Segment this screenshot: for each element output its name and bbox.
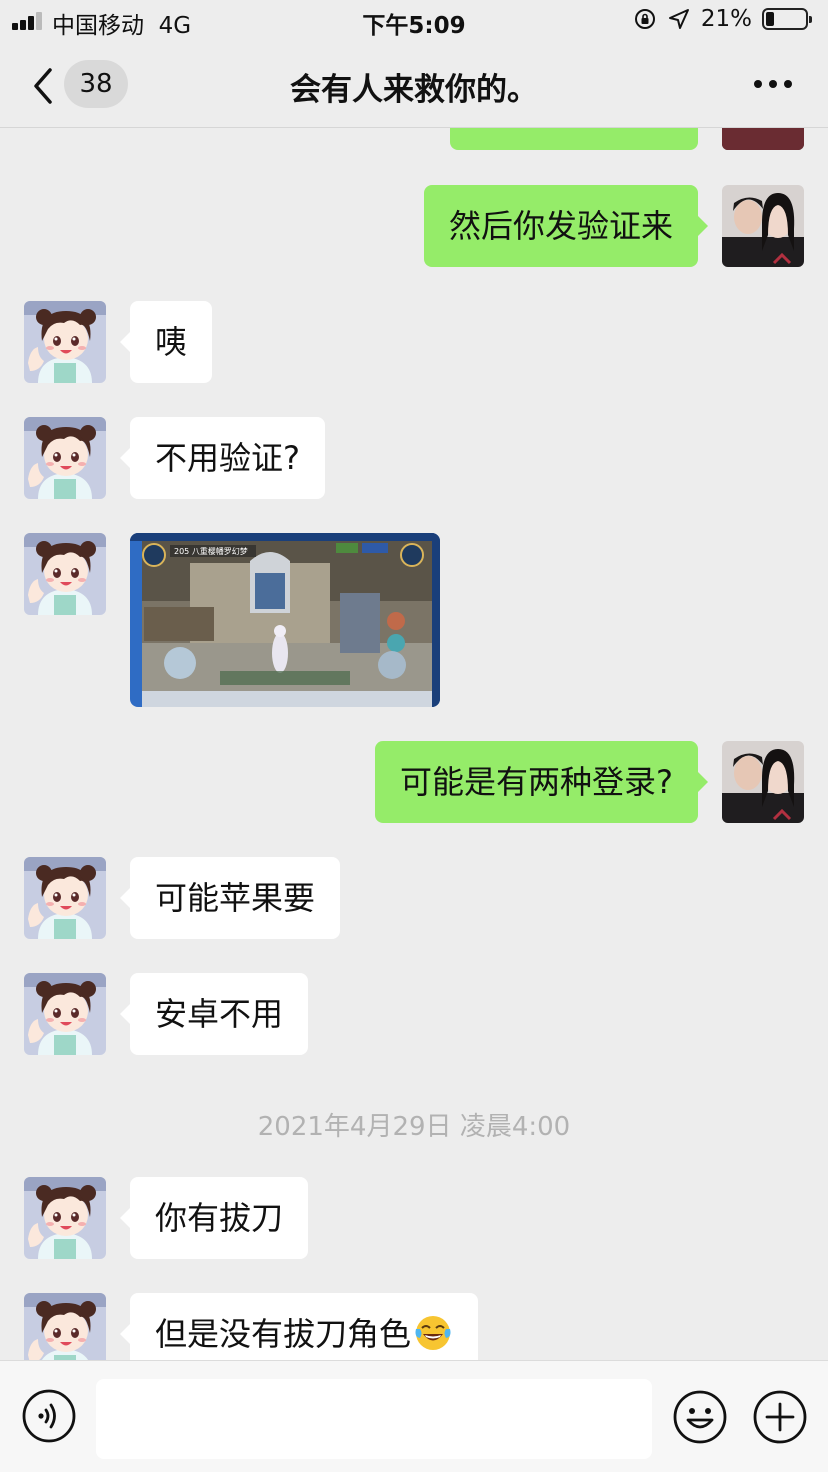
chat-header: 38 会有人来救你的。 (0, 44, 828, 128)
voice-icon[interactable] (22, 1389, 76, 1443)
message-bubble-partial[interactable] (450, 128, 698, 150)
message-input[interactable] (96, 1379, 652, 1459)
emoji-icon[interactable] (672, 1389, 728, 1445)
contact-avatar[interactable] (24, 1293, 106, 1360)
battery-fill (766, 12, 774, 26)
contact-avatar[interactable] (24, 417, 106, 499)
contact-avatar[interactable] (24, 973, 106, 1055)
message-text: 但是没有拔刀角色 (155, 1315, 412, 1353)
plus-icon[interactable] (752, 1389, 808, 1445)
shared-photo[interactable]: 205 八重樱幡罗幻梦 (130, 533, 440, 707)
message-bubble[interactable]: 安卓不用 (119, 973, 309, 1055)
message-bubble[interactable]: 可能苹果要 (119, 857, 341, 939)
photo-caption: 205 八重樱幡罗幻梦 (174, 546, 248, 556)
message-bubble[interactable]: 不用验证? (120, 417, 325, 499)
self-avatar[interactable] (722, 741, 804, 823)
battery-icon (762, 8, 812, 30)
self-avatar[interactable] (722, 128, 804, 150)
message-list[interactable]: 然后你发验证来 咦 不用验证? 205 八重樱幡罗幻梦 可能是有两种登录? 可能… (0, 128, 828, 1360)
message-bubble[interactable]: 但是没有拔刀角色 (119, 1293, 479, 1360)
contact-avatar[interactable] (24, 857, 106, 939)
more-options-icon[interactable] (754, 80, 792, 90)
message-bubble[interactable]: 可能是有两种登录? (375, 741, 708, 823)
message-bubble[interactable]: 然后你发验证来 (423, 185, 709, 267)
message-timestamp: 2021年4月29日 凌晨4:00 (257, 1112, 571, 1142)
contact-avatar[interactable] (24, 533, 106, 615)
location-arrow-icon (668, 9, 689, 29)
self-avatar[interactable] (722, 185, 804, 267)
battery-percent: 21% (700, 6, 752, 32)
message-bubble[interactable]: 你有拔刀 (119, 1177, 309, 1259)
orientation-lock-icon (634, 9, 655, 29)
contact-avatar[interactable] (24, 301, 106, 383)
contact-avatar[interactable] (24, 1177, 106, 1259)
chat-title: 会有人来救你的。 (290, 72, 538, 108)
status-bar: 中国移动 4G 下午5:09 21% (0, 0, 828, 44)
input-bar (0, 1360, 828, 1472)
message-bubble[interactable]: 咦 (119, 301, 213, 383)
tears-of-joy-emoji-icon (415, 1316, 451, 1350)
